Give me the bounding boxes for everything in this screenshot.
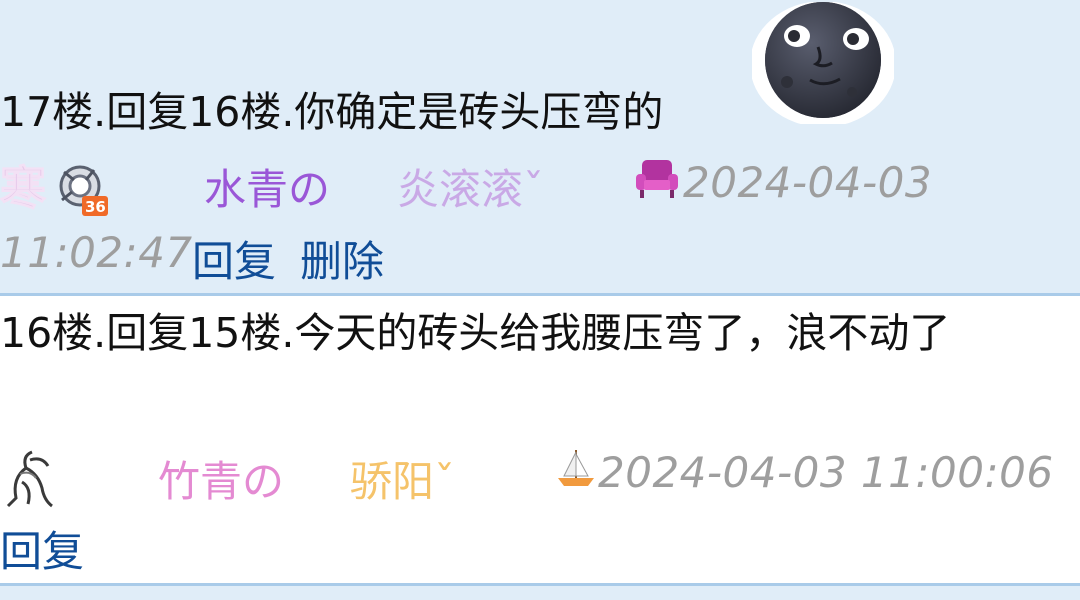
user-name[interactable]: 炎滚滚ˇ: [397, 156, 544, 217]
reply-link[interactable]: 回复: [0, 518, 84, 579]
delete-link[interactable]: 删除: [300, 228, 384, 289]
user-avatar-icon: [6, 450, 53, 508]
post-16: 16楼.回复15楼.今天的砖头给我腰压弯了，浪不动了 竹青の 骄阳ˇ 2024-…: [0, 296, 1080, 586]
armchair-icon: [636, 160, 678, 198]
reply-link[interactable]: 回复: [192, 228, 276, 289]
svg-text:寒: 寒: [0, 161, 46, 214]
post-content: 17楼.回复16楼.你确定是砖头压弯的: [0, 88, 664, 136]
post-time: 2024-04-03 11:00:06: [598, 448, 1054, 497]
user-prefix[interactable]: 竹青の: [158, 448, 284, 509]
user-title-icon: 寒: [0, 161, 47, 215]
post-time-clock: 11:02:47: [0, 228, 193, 277]
post-17: 17楼.回复16楼.你确定是砖头压弯的 寒 36 水青の 炎滚滚ˇ 2024-0…: [0, 0, 1080, 296]
post-time: 2024-04-03: [683, 158, 933, 207]
post-content: 16楼.回复15楼.今天的砖头给我腰压弯了，浪不动了: [0, 309, 951, 357]
user-prefix[interactable]: 水青の: [204, 156, 330, 217]
next-post-edge: [0, 586, 1080, 600]
sailboat-icon: [558, 450, 594, 486]
moon-face-icon: [752, 2, 894, 124]
svg-text:36: 36: [85, 198, 106, 216]
user-name[interactable]: 骄阳ˇ: [350, 448, 455, 509]
level-badge-icon: 36: [59, 165, 108, 216]
